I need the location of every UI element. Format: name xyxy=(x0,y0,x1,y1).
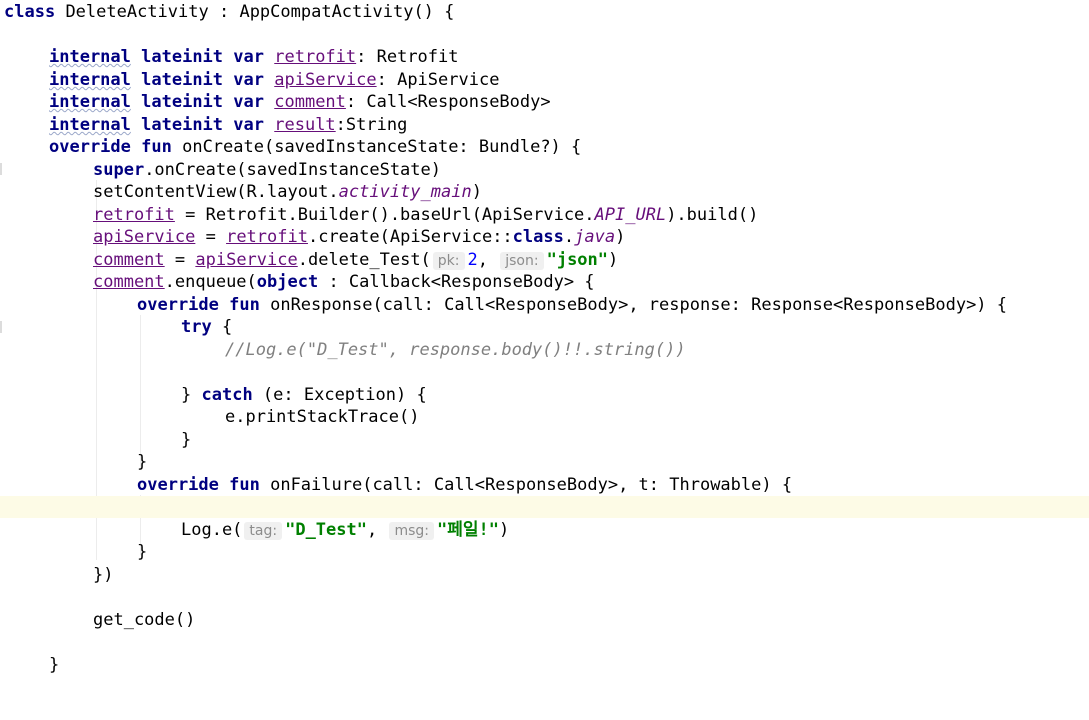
code-line[interactable]: super.onCreate(savedInstanceState) xyxy=(0,159,1089,181)
code-line[interactable]: } catch (e: Exception) { xyxy=(0,384,1089,406)
code-line[interactable]: apiService = retrofit.create(ApiService:… xyxy=(0,226,1089,248)
parameter-hint-msg: msg: xyxy=(389,522,435,540)
parameter-hint-pk: pk: xyxy=(432,252,465,270)
code-line[interactable]: comment.enqueue(object : Callback<Respon… xyxy=(0,271,1089,293)
code-line[interactable]: } xyxy=(0,654,1089,676)
code-line[interactable]: setContentView(R.layout.activity_main) xyxy=(0,181,1089,203)
property-apiservice: apiService xyxy=(274,70,377,90)
class-name: DeleteActivity xyxy=(65,2,209,22)
code-line[interactable]: override fun onCreate(savedInstanceState… xyxy=(0,136,1089,175)
code-line[interactable]: override fun onResponse(call: Call<Respo… xyxy=(0,294,1089,333)
code-line[interactable]: internal lateinit var result:String xyxy=(0,114,1089,136)
code-line[interactable]: retrofit = Retrofit.Builder().baseUrl(Ap… xyxy=(0,204,1089,226)
current-line-highlight[interactable] xyxy=(0,496,1089,518)
code-line[interactable]: override fun onFailure(call: Call<Respon… xyxy=(0,474,1089,513)
code-line[interactable]: class DeleteActivity : AppCompatActivity… xyxy=(0,1,1089,23)
property-retrofit: retrofit xyxy=(274,47,357,67)
code-line[interactable]: } xyxy=(0,451,1089,473)
code-line[interactable]: internal lateinit var apiService: ApiSer… xyxy=(0,69,1089,91)
keyword: class xyxy=(4,2,56,22)
code-line[interactable]: internal lateinit var comment: Call<Resp… xyxy=(0,91,1089,113)
code-editor[interactable]: class DeleteActivity : AppCompatActivity… xyxy=(0,0,1089,689)
code-line[interactable]: Log.e(tag: "D_Test", msg: "페일!") xyxy=(0,519,1089,541)
code-line[interactable]: }) xyxy=(0,564,1089,586)
code-line[interactable]: comment = apiService.delete_Test(pk: 2, j… xyxy=(0,249,1089,271)
code-line[interactable]: try { xyxy=(0,316,1089,338)
property-comment: comment xyxy=(274,92,346,112)
code-line[interactable]: internal lateinit var retrofit: Retrofit xyxy=(0,46,1089,68)
code-comment: //Log.e("D_Test", response.body()!!.stri… xyxy=(225,340,686,360)
code-line[interactable]: get_code() xyxy=(0,609,1089,631)
parameter-hint-json: json: xyxy=(500,252,544,270)
code-line[interactable]: e.printStackTrace() xyxy=(0,406,1089,428)
property-result: result xyxy=(274,115,336,135)
code-line[interactable]: } xyxy=(0,541,1089,563)
code-line[interactable]: } xyxy=(0,429,1089,451)
code-line[interactable]: //Log.e("D_Test", response.body()!!.stri… xyxy=(0,339,1089,361)
parameter-hint-tag: tag: xyxy=(244,522,283,540)
